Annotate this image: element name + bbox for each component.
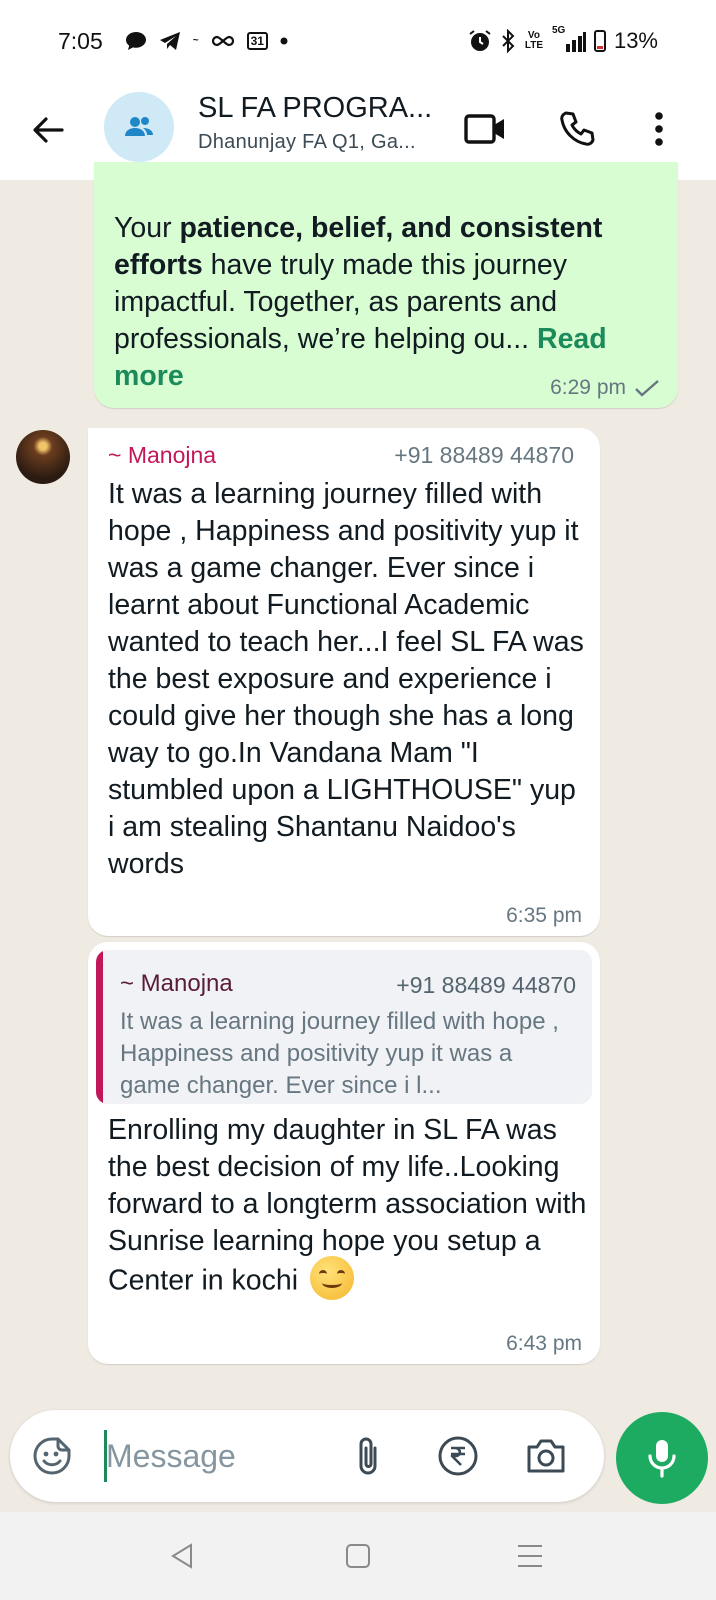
message-time: 6:43 pm <box>506 1332 582 1355</box>
nav-recents-button[interactable] <box>508 1534 552 1578</box>
app-logo-icon: ~ <box>192 35 199 46</box>
quote-sender: ~ Manojna <box>120 970 233 997</box>
chat-info[interactable]: SL FA PROGRA... Dhanunjay FA Q1, Ga... <box>198 92 448 154</box>
group-members: Dhanunjay FA Q1, Ga... <box>198 131 416 153</box>
back-button[interactable] <box>26 108 70 152</box>
rupee-icon <box>438 1436 478 1476</box>
camera-icon <box>527 1439 565 1473</box>
message-meta: 6:43 pm <box>506 1332 582 1356</box>
group-title: SL FA PROGRA... <box>198 92 433 124</box>
signal-icon: 5G <box>552 26 586 52</box>
nav-home-icon <box>346 1544 370 1568</box>
infinity-icon <box>211 34 235 48</box>
quote-accent-bar <box>96 950 103 1104</box>
message-meta: 6:29 pm <box>550 376 660 400</box>
payment-button[interactable] <box>436 1434 480 1478</box>
avatar[interactable] <box>16 430 70 484</box>
network-type-label: 5G <box>551 25 566 36</box>
back-arrow-icon <box>33 117 64 143</box>
status-bar: 7:05 ~ 31 Vo LTE 5G 13% <box>0 0 716 82</box>
system-nav-bar <box>0 1512 716 1600</box>
smiling-face-emoji-icon <box>310 1256 355 1300</box>
telegram-icon <box>159 31 181 51</box>
sticker-button[interactable] <box>30 1434 74 1478</box>
message-meta: 6:35 pm <box>506 904 582 928</box>
group-icon <box>125 117 153 136</box>
mic-icon <box>648 1440 676 1478</box>
dot-icon <box>280 37 288 45</box>
message-time: 6:29 pm <box>550 376 626 399</box>
nav-back-button[interactable] <box>160 1534 204 1578</box>
system-icons: Vo LTE 5G 13% <box>468 26 658 54</box>
status-time: 7:05 <box>58 27 103 54</box>
sender-phone[interactable]: +91 88489 44870 <box>394 442 574 469</box>
video-call-icon <box>464 114 504 144</box>
nav-home-button[interactable] <box>336 1534 380 1578</box>
quoted-message[interactable]: ~ Manojna +91 88489 44870 It was a learn… <box>96 950 592 1104</box>
double-check-icon <box>635 380 659 397</box>
more-vert-icon <box>655 112 663 146</box>
message-time: 6:35 pm <box>506 904 582 927</box>
attach-button[interactable] <box>346 1434 390 1478</box>
more-options-button[interactable] <box>634 104 684 154</box>
message-text: Enrolling my daughter in SL FA was the b… <box>108 1112 588 1304</box>
camera-button[interactable] <box>524 1434 568 1478</box>
message-input[interactable] <box>106 1432 336 1480</box>
nav-menu-icon <box>518 1545 542 1567</box>
message-text: It was a learning journey filled with ho… <box>108 478 584 880</box>
alarm-icon <box>468 29 492 53</box>
text-segment: Your <box>114 212 180 244</box>
voice-message-button[interactable] <box>616 1412 708 1504</box>
notification-icons: ~ 31 <box>125 31 288 51</box>
phone-icon <box>560 111 595 146</box>
quote-phone: +91 88489 44870 <box>396 972 576 998</box>
message-text: Your patience, belief, and consistent ef… <box>114 210 662 395</box>
calendar-icon: 31 <box>246 32 268 50</box>
outgoing-message[interactable]: Your patience, belief, and consistent ef… <box>94 162 678 408</box>
bluetooth-icon <box>500 29 516 53</box>
incoming-message[interactable]: ~ Manojna +91 88489 44870 It was a learn… <box>88 428 600 936</box>
sender-row: ~ Manojna +91 88489 44870 <box>108 442 574 469</box>
sender-name[interactable]: ~ Manojna <box>108 442 216 469</box>
attach-icon <box>359 1437 377 1475</box>
chat-bubble-icon <box>125 31 147 51</box>
battery-icon <box>593 30 606 52</box>
video-call-button[interactable] <box>460 104 510 154</box>
quote-text: It was a learning journey filled with ho… <box>120 1008 559 1099</box>
sticker-icon <box>33 1437 71 1475</box>
battery-percent: 13% <box>613 28 658 53</box>
group-avatar[interactable] <box>104 92 174 162</box>
message-composer <box>10 1410 604 1502</box>
nav-back-icon <box>171 1543 192 1569</box>
voice-call-button[interactable] <box>552 104 602 154</box>
incoming-reply-message[interactable]: ~ Manojna +91 88489 44870 It was a learn… <box>88 942 600 1364</box>
volte-icon: Vo LTE <box>524 30 544 51</box>
